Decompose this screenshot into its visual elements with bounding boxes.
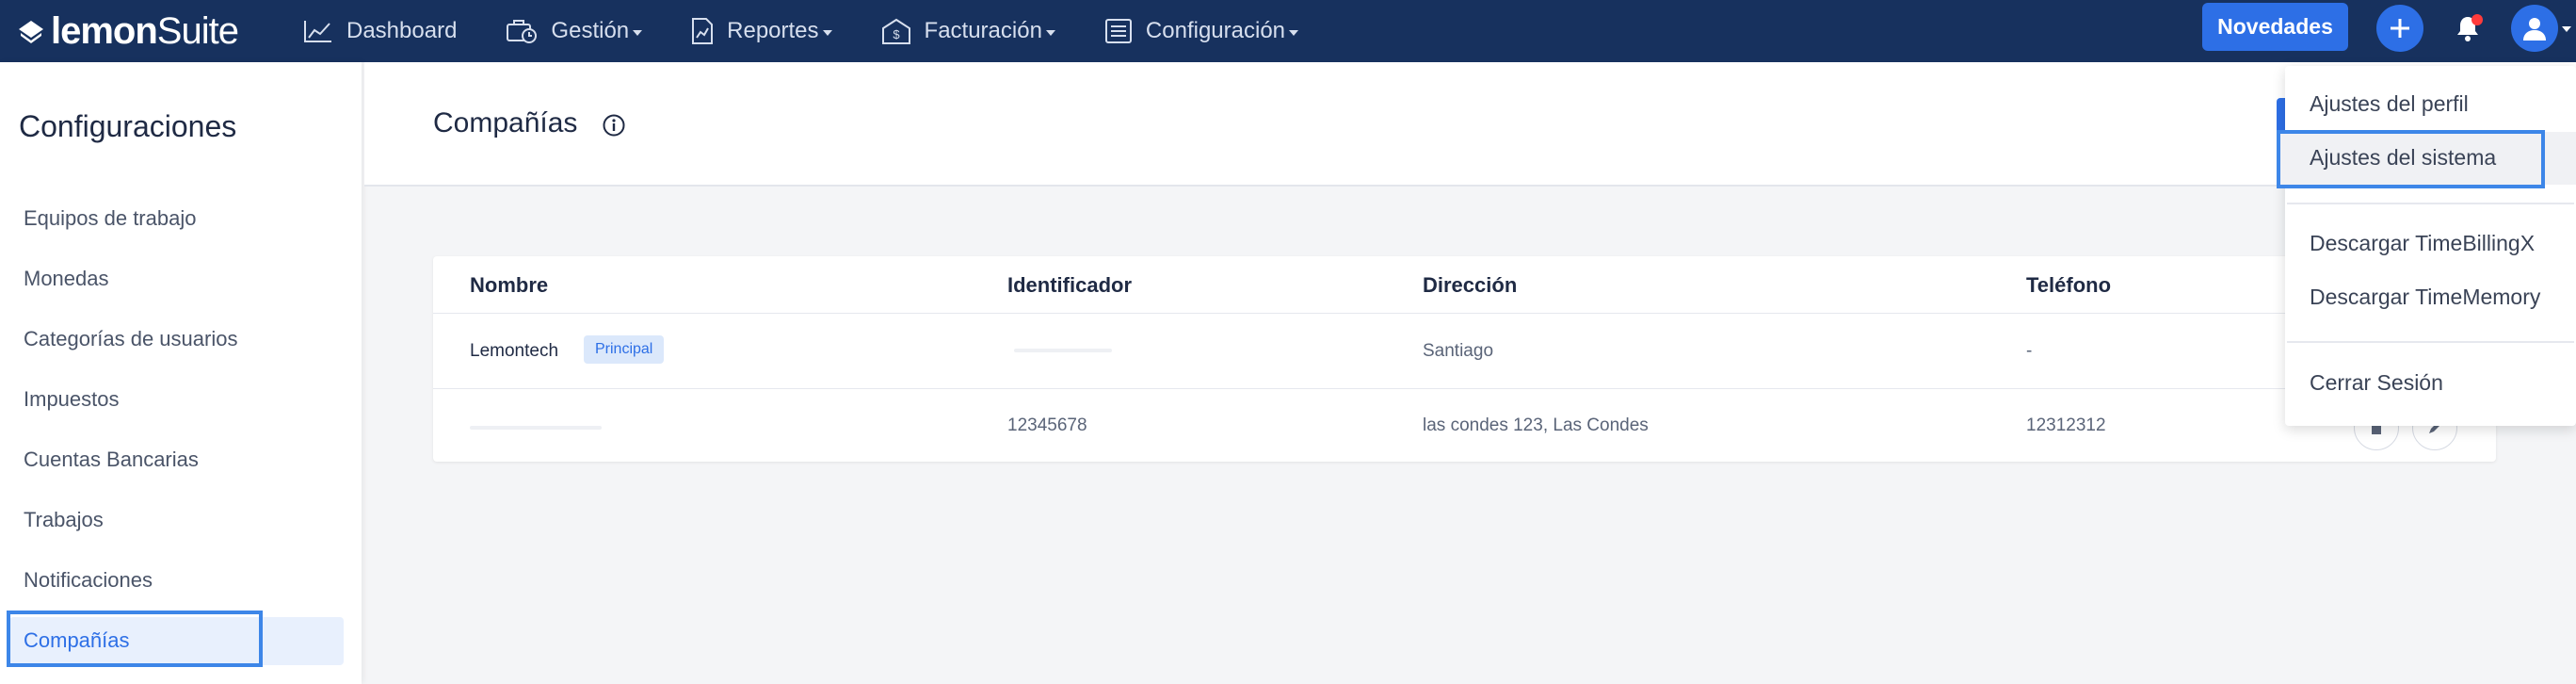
report-chart-icon	[692, 18, 714, 44]
diamond-logo-icon	[19, 21, 43, 43]
nav-gestion[interactable]: Gestión	[506, 18, 643, 44]
menu-item-descargar-timememory[interactable]: Descargar TimeMemory	[2310, 285, 2540, 310]
chevron-down-icon	[633, 30, 643, 36]
app-logo[interactable]: lemonSuite	[17, 0, 239, 62]
sidebar-item-equipos[interactable]: Equipos de trabajo	[24, 206, 196, 231]
sidebar-title: Configuraciones	[19, 109, 237, 143]
nav-facturacion[interactable]: $ Facturación	[881, 17, 1055, 45]
chevron-down-icon	[1289, 30, 1299, 36]
menu-item-ajustes-perfil[interactable]: Ajustes del perfil	[2310, 91, 2469, 117]
menu-divider	[2287, 341, 2574, 343]
chevron-down-icon	[2562, 26, 2571, 32]
sidebar-item-trabajos[interactable]: Trabajos	[24, 508, 104, 532]
row-divider	[433, 313, 2496, 314]
user-icon	[2523, 18, 2546, 41]
cell-direccion: Santiago	[1423, 341, 1494, 361]
user-avatar-button[interactable]	[2511, 5, 2558, 52]
list-settings-icon	[1104, 19, 1132, 43]
sidebar-item-impuestos[interactable]: Impuestos	[24, 387, 120, 412]
sidebar-item-cuentas[interactable]: Cuentas Bancarias	[24, 448, 199, 472]
nav-configuracion[interactable]: Configuración	[1104, 18, 1299, 44]
info-icon[interactable]	[602, 113, 626, 138]
cell-direccion: las condes 123, Las Condes	[1423, 415, 1649, 435]
svg-text:$: $	[893, 27, 900, 41]
chart-line-icon	[304, 21, 331, 42]
novedades-button[interactable]: Novedades	[2202, 3, 2348, 51]
column-header-identificador: Identificador	[1007, 273, 1133, 297]
menu-item-cerrar-sesion[interactable]: Cerrar Sesión	[2310, 370, 2443, 396]
nav-gestion-label: Gestión	[551, 18, 630, 43]
sidebar-item-monedas[interactable]: Monedas	[24, 267, 109, 291]
column-header-direccion: Dirección	[1423, 273, 1518, 297]
row-divider	[433, 388, 2496, 389]
column-header-nombre: Nombre	[470, 273, 549, 297]
chevron-down-icon	[1045, 30, 1055, 36]
menu-divider	[2287, 203, 2574, 204]
highlight-frame	[2277, 130, 2545, 188]
cell-identificador: 12345678	[1007, 415, 1087, 435]
nav-facturacion-label: Facturación	[924, 18, 1042, 43]
invoice-icon: $	[881, 18, 910, 44]
sidebar-item-notificaciones[interactable]: Notificaciones	[24, 568, 153, 593]
chevron-down-icon	[822, 30, 832, 36]
status-badge: Principal	[584, 335, 665, 364]
redacted-nombre	[470, 426, 602, 430]
plus-icon	[2391, 19, 2409, 38]
add-button[interactable]	[2376, 5, 2423, 52]
highlight-frame	[7, 611, 263, 667]
redacted-identificador	[1014, 349, 1112, 352]
column-header-telefono: Teléfono	[2026, 273, 2112, 297]
notification-dot	[2471, 14, 2483, 25]
page-header	[364, 62, 2576, 187]
nav-configuracion-label: Configuración	[1145, 18, 1286, 43]
nav-dashboard[interactable]: Dashboard	[303, 18, 457, 44]
nav-reportes-label: Reportes	[727, 18, 819, 43]
page-title: Compañías	[433, 107, 578, 138]
briefcase-clock-icon	[507, 20, 538, 43]
cell-nombre: Lemontech	[470, 341, 559, 361]
nav-dashboard-label: Dashboard	[346, 18, 458, 43]
cell-telefono: -	[2026, 341, 2033, 361]
sidebar-item-categorias[interactable]: Categorías de usuarios	[24, 327, 237, 351]
cell-telefono: 12312312	[2026, 415, 2106, 435]
menu-item-descargar-timebillingx[interactable]: Descargar TimeBillingX	[2310, 231, 2535, 256]
main-menu: Dashboard Gestión Reportes $ Facturación…	[303, 0, 1347, 62]
app-name: lemonSuite	[51, 10, 239, 52]
nav-reportes[interactable]: Reportes	[691, 17, 832, 45]
